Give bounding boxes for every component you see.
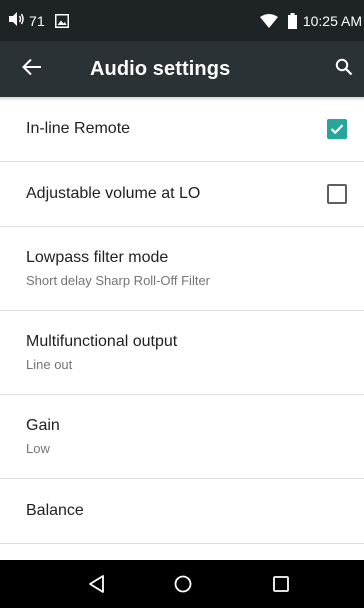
status-bar: 71 10:25 AM <box>0 0 364 41</box>
setting-title: Lowpass filter mode <box>26 249 169 266</box>
setting-adjustable-volume[interactable]: Adjustable volume at LO <box>0 162 364 227</box>
setting-balance[interactable]: Balance <box>0 479 364 544</box>
setting-summary: Short delay Sharp Roll-Off Filter <box>26 273 210 288</box>
status-left: 71 <box>9 0 69 41</box>
status-time: 10:25 AM <box>302 12 362 29</box>
setting-lowpass-filter[interactable]: Lowpass filter mode Short delay Sharp Ro… <box>0 227 364 311</box>
image-icon <box>54 13 69 28</box>
nav-home-icon <box>174 575 192 593</box>
battery-icon <box>287 12 297 29</box>
settings-list: In-line Remote Adjustable volume at LO L… <box>0 97 364 544</box>
nav-recents-icon <box>273 576 289 592</box>
setting-multifunctional-output[interactable]: Multifunctional output Line out <box>0 311 364 395</box>
setting-title: In-line Remote <box>26 120 131 137</box>
navigation-bar <box>0 560 364 608</box>
setting-summary: Line out <box>26 357 73 372</box>
setting-title: Gain <box>26 417 60 434</box>
search-button[interactable] <box>330 55 358 83</box>
setting-gain[interactable]: Gain Low <box>0 395 364 479</box>
status-right: 10:25 AM <box>259 0 362 41</box>
setting-inline-remote[interactable]: In-line Remote <box>0 97 364 162</box>
nav-recents-button[interactable] <box>267 570 295 598</box>
page-title: Audio settings <box>90 57 231 80</box>
screen: 71 10:25 AM Audio settings In-line Remot… <box>0 0 364 608</box>
arrow-left-icon <box>22 58 42 81</box>
volume-level: 71 <box>29 12 45 29</box>
app-bar: Audio settings <box>0 41 364 97</box>
inline-remote-checkbox[interactable] <box>327 119 347 139</box>
wifi-icon <box>259 13 278 28</box>
nav-home-button[interactable] <box>169 570 197 598</box>
setting-summary: Low <box>26 441 50 456</box>
back-button[interactable] <box>18 55 46 83</box>
search-icon <box>335 58 353 81</box>
volume-icon <box>9 12 25 29</box>
adjustable-volume-checkbox[interactable] <box>327 184 347 204</box>
setting-title: Adjustable volume at LO <box>26 185 201 202</box>
nav-back-button[interactable] <box>83 570 111 598</box>
setting-title: Multifunctional output <box>26 333 178 350</box>
nav-back-icon <box>89 575 104 593</box>
checkmark-icon <box>330 124 344 135</box>
setting-title: Balance <box>26 502 84 519</box>
